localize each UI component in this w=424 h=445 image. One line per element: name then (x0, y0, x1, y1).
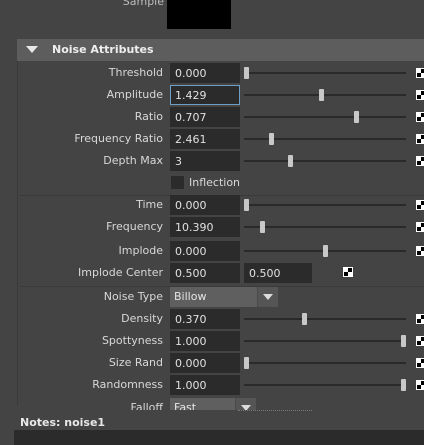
attr-row-time: Time 0.000 (0, 194, 424, 216)
falloff-label: Falloff (130, 401, 163, 410)
map-checker-icon[interactable] (416, 246, 424, 256)
attr-row-randomness: Randomness 1.000 (0, 374, 424, 396)
map-checker-icon[interactable] (416, 358, 424, 368)
map-checker-icon[interactable] (416, 314, 424, 324)
attr-row-implode-center: Implode Center 0.500 0.500 (0, 262, 424, 284)
notes-label: Notes: noise1 (20, 416, 106, 429)
attr-slider-handle[interactable] (244, 67, 249, 79)
attr-label: Ratio (134, 110, 163, 123)
map-checker-icon[interactable] (416, 380, 424, 390)
attr-slider-track[interactable] (244, 204, 406, 206)
attr-slider-handle[interactable] (269, 133, 275, 145)
attr-field[interactable]: 1.429 (170, 85, 240, 105)
attr-row-size-rand: Size Rand 0.000 (0, 352, 424, 374)
attr-field[interactable]: 10.390 (170, 217, 240, 237)
attr-field[interactable]: 0.000 (170, 241, 240, 261)
attr-slider-track[interactable] (244, 226, 406, 228)
section-title: Noise Attributes (52, 43, 154, 56)
falloff-row: Falloff Fast (0, 397, 424, 410)
attr-field[interactable]: 3 (170, 151, 240, 171)
attr-row-amplitude: Amplitude 1.429 (0, 84, 424, 106)
attr-row-ratio: Ratio 0.707 (0, 106, 424, 128)
attr-field[interactable]: 1.000 (170, 375, 240, 395)
attr-slider-track[interactable] (244, 94, 406, 96)
attr-field[interactable]: 1.000 (170, 331, 240, 351)
attr-slider-handle[interactable] (353, 111, 359, 123)
implode-center-y-field[interactable]: 0.500 (244, 263, 312, 283)
attr-slider-track[interactable] (244, 362, 406, 364)
attr-slider-handle[interactable] (319, 89, 325, 101)
map-checker-icon[interactable] (416, 222, 424, 232)
attr-slider-handle[interactable] (302, 313, 308, 325)
inflection-row: Inflection (0, 172, 424, 194)
attr-field[interactable]: 0.370 (170, 309, 240, 329)
attr-label: Threshold (108, 66, 163, 79)
attr-slider-handle[interactable] (401, 379, 406, 391)
attr-row-frequency-ratio: Frequency Ratio 2.461 (0, 128, 424, 150)
map-checker-icon[interactable] (416, 112, 424, 122)
collapse-triangle-icon[interactable] (26, 46, 38, 53)
attr-slider-handle[interactable] (244, 357, 249, 369)
dropdown-button[interactable] (257, 287, 278, 307)
attr-row-density: Density 0.370 (0, 308, 424, 330)
attr-label: Amplitude (106, 88, 163, 101)
attr-field[interactable]: 0.000 (170, 353, 240, 373)
attr-label: Spottyness (101, 334, 163, 347)
attr-field[interactable]: 0.000 (170, 195, 240, 215)
attr-label: Implode (118, 244, 163, 257)
attr-field[interactable]: 2.461 (170, 129, 240, 149)
map-checker-icon[interactable] (416, 68, 424, 78)
map-checker-icon[interactable] (416, 200, 424, 210)
noise-type-value: Billow (174, 290, 207, 303)
noise-type-row: Noise Type Billow (0, 286, 424, 308)
attr-field[interactable]: 0.000 (170, 63, 240, 83)
attr-row-depth-max: Depth Max 3 (0, 150, 424, 172)
chevron-down-icon (263, 294, 273, 300)
falloff-dropdown[interactable]: Fast (170, 398, 256, 410)
attr-slider-track[interactable] (244, 72, 406, 74)
resize-handle[interactable] (238, 410, 312, 412)
attr-slider-handle[interactable] (259, 221, 265, 233)
implode-center-x-field[interactable]: 0.500 (170, 263, 240, 283)
noise-type-dropdown[interactable]: Billow (170, 287, 278, 307)
attr-field[interactable]: 0.707 (170, 107, 240, 127)
attr-slider-track[interactable] (244, 318, 406, 320)
noise-type-label: Noise Type (103, 290, 163, 303)
sample-label: Sample (122, 0, 164, 8)
attr-slider-handle[interactable] (401, 335, 406, 347)
attr-row-spottyness: Spottyness 1.000 (0, 330, 424, 352)
attr-label: Implode Center (78, 266, 163, 279)
attr-label: Size Rand (108, 356, 163, 369)
attr-slider-handle[interactable] (244, 199, 249, 211)
map-checker-icon[interactable] (416, 156, 424, 166)
attr-label: Depth Max (103, 154, 163, 167)
noise-attributes-header[interactable]: Noise Attributes (17, 39, 424, 61)
attr-slider-track[interactable] (244, 384, 406, 386)
attr-label: Frequency Ratio (74, 132, 163, 145)
attr-row-frequency: Frequency 10.390 (0, 216, 424, 238)
map-checker-icon[interactable] (343, 267, 353, 277)
map-checker-icon[interactable] (416, 336, 424, 346)
attr-label: Randomness (92, 378, 163, 391)
inflection-checkbox[interactable] (171, 176, 184, 189)
dropdown-button[interactable] (235, 398, 256, 410)
attr-label: Frequency (106, 220, 163, 233)
inflection-label: Inflection (189, 176, 241, 189)
map-checker-icon[interactable] (416, 90, 424, 100)
sample-swatch (167, 0, 231, 29)
attr-slider-track[interactable] (244, 340, 406, 342)
attr-row-threshold: Threshold 0.000 (0, 62, 424, 84)
map-checker-icon[interactable] (416, 134, 424, 144)
notes-textarea[interactable] (14, 430, 424, 445)
attr-label: Time (136, 198, 163, 211)
attr-label: Density (121, 312, 163, 325)
attr-slider-handle[interactable] (287, 155, 293, 167)
attr-row-implode: Implode 0.000 (0, 240, 424, 262)
falloff-value: Fast (174, 401, 197, 410)
attr-slider-track[interactable] (244, 160, 406, 162)
attr-slider-track[interactable] (244, 116, 406, 118)
attr-slider-handle[interactable] (322, 245, 328, 257)
